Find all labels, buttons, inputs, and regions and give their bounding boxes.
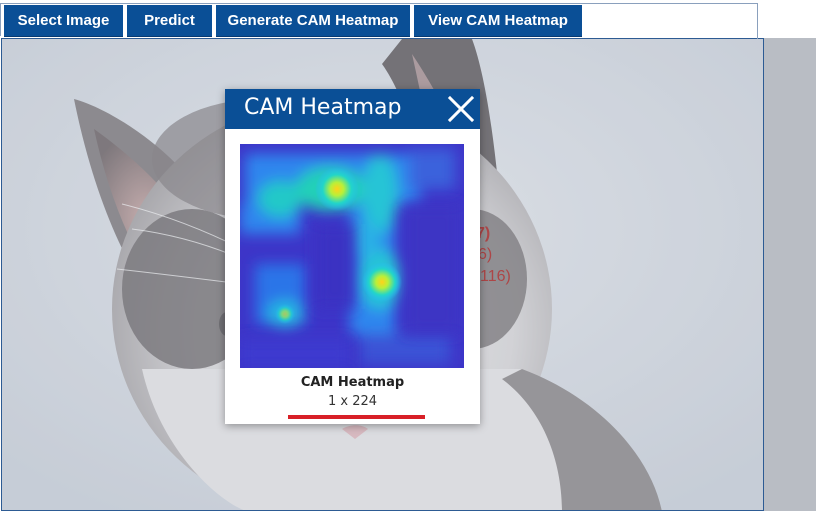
prediction-text-3: 116): [480, 268, 511, 285]
select-image-button[interactable]: Select Image: [4, 5, 123, 37]
cam-heatmap-dialog: CAM Heatmap CAM Heatmap 1 x 224: [225, 89, 480, 424]
dialog-header: CAM Heatmap: [225, 89, 480, 129]
toolbar: Select Image Predict Generate CAM Heatma…: [0, 0, 816, 38]
heatmap-image: [240, 144, 464, 368]
heatmap-dimensions: 1 x 224: [327, 394, 378, 409]
app-window: Select Image Predict Generate CAM Heatma…: [0, 0, 816, 511]
right-gutter: [764, 38, 816, 511]
dialog-title: CAM Heatmap: [244, 95, 402, 120]
close-icon: [447, 95, 475, 123]
prediction-text-2: 6): [478, 246, 493, 263]
predict-button[interactable]: Predict: [127, 5, 212, 37]
view-cam-heatmap-button[interactable]: View CAM Heatmap: [414, 5, 582, 37]
close-button[interactable]: [445, 93, 477, 125]
frame-divider: [757, 3, 758, 39]
generate-cam-heatmap-button[interactable]: Generate CAM Heatmap: [216, 5, 410, 37]
caption-underline: [288, 415, 425, 419]
heatmap-caption: CAM Heatmap: [300, 375, 405, 390]
